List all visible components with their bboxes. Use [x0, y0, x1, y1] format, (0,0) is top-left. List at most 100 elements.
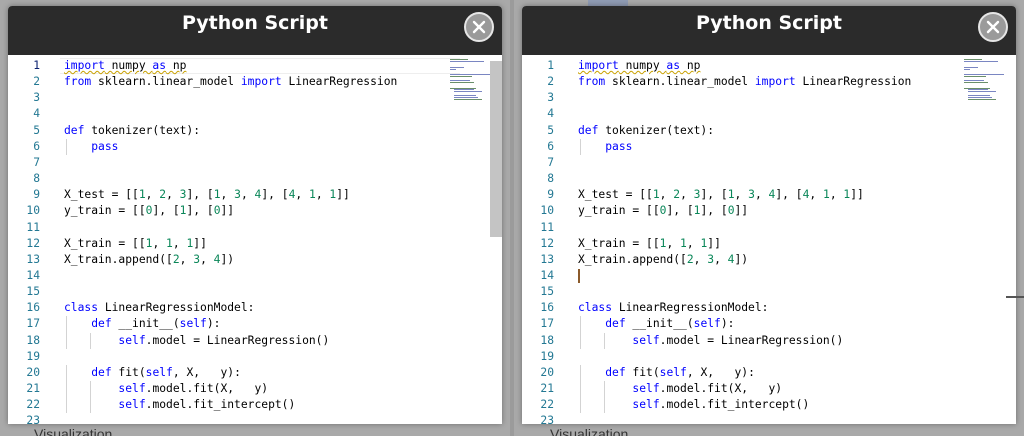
code-line[interactable]: 4: [522, 106, 962, 122]
code-line[interactable]: 15: [522, 284, 962, 300]
line-number: 16: [26, 301, 40, 315]
text-token: ]]: [220, 204, 235, 218]
keyword-token: def: [605, 365, 626, 379]
code-line[interactable]: 2 from sklearn.linear_model import Linear…: [8, 74, 448, 90]
close-button[interactable]: [464, 12, 494, 42]
line-number: 9: [547, 188, 554, 202]
text-token: X_train.append([: [64, 252, 173, 266]
keyword-token: import: [578, 59, 619, 72]
text-token: ,: [809, 188, 823, 202]
code-line[interactable]: 10 y_train = [[0], [1], [0]]: [522, 203, 962, 219]
background-visualization-label-right: Visualization: [550, 426, 629, 436]
code-line[interactable]: 5 def tokenizer(text):: [8, 123, 448, 139]
code-line[interactable]: 20 def fit(self, X, y):: [522, 365, 962, 381]
keyword-token: pass: [91, 139, 119, 153]
code-text: from sklearn.linear_model import LinearR…: [578, 74, 911, 90]
keyword-token: self: [632, 398, 660, 412]
minimap-line: [454, 97, 478, 98]
code-line[interactable]: 1 import numpy as np: [8, 58, 448, 74]
line-number: 13: [540, 252, 554, 266]
text-token: .model.fit(X, y): [659, 382, 783, 395]
code-line[interactable]: 19: [8, 349, 448, 365]
code-line[interactable]: 14: [8, 268, 448, 284]
code-line[interactable]: 5 def tokenizer(text):: [522, 123, 962, 139]
code-line[interactable]: 23: [8, 413, 448, 424]
code-line[interactable]: 2 from sklearn.linear_model import Linear…: [522, 74, 962, 90]
code-line[interactable]: 22 self.model.fit_intercept(): [8, 397, 448, 413]
line-number: 7: [547, 155, 554, 169]
number-token: 1: [213, 188, 221, 202]
code-line[interactable]: 7: [522, 155, 962, 171]
code-line[interactable]: 7: [8, 155, 448, 171]
number-token: 1: [309, 188, 316, 202]
code-line[interactable]: 23: [522, 413, 962, 424]
code-line[interactable]: 13 X_train.append([2, 3, 4]): [522, 252, 962, 268]
code-line[interactable]: 18 self.model = LinearRegression(): [522, 333, 962, 349]
vertical-scrollbar[interactable]: [490, 61, 502, 237]
text-token: ,: [315, 188, 330, 202]
number-token: 1: [166, 236, 173, 250]
code-line[interactable]: 1 import numpy as np: [522, 58, 962, 74]
code-line[interactable]: 3: [522, 90, 962, 106]
code-line[interactable]: 9 X_test = [[1, 2, 3], [1, 3, 4], [4, 1, …: [8, 187, 448, 203]
code-line[interactable]: 21 self.model.fit(X, y): [8, 381, 448, 397]
text-token: ,: [179, 252, 194, 266]
keyword-token: from: [64, 75, 92, 89]
minimap-line: [964, 59, 982, 60]
code-line[interactable]: 21 self.model.fit(X, y): [522, 381, 962, 397]
code-line[interactable]: 11: [8, 220, 448, 236]
code-line[interactable]: 16 class LinearRegressionModel:: [8, 300, 448, 316]
code-line[interactable]: 10 y_train = [[0], [1], [0]]: [8, 203, 448, 219]
line-number: 17: [540, 317, 554, 331]
background-visualization-label-left: Visualization: [34, 426, 113, 436]
line-number: 2: [547, 75, 554, 89]
text-token: y_train = [[: [578, 204, 660, 218]
code-line[interactable]: 13 X_train.append([2, 3, 4]): [8, 252, 448, 268]
minimap[interactable]: [450, 59, 494, 101]
code-line[interactable]: 6 pass: [522, 139, 962, 155]
text-token: .model = LinearRegression(): [145, 333, 330, 347]
code-line[interactable]: 4: [8, 106, 448, 122]
code-line[interactable]: 17 def __init__(self):: [8, 316, 448, 332]
code-line[interactable]: 6 pass: [8, 139, 448, 155]
code-line[interactable]: 22 self.model.fit_intercept(): [522, 397, 962, 413]
code-line[interactable]: 12 X_train = [[1, 1, 1]]: [522, 236, 962, 252]
minimap-line: [454, 89, 474, 91]
code-line[interactable]: 8: [8, 171, 448, 187]
code-line[interactable]: 18 self.model = LinearRegression(): [8, 333, 448, 349]
line-number: 5: [33, 123, 40, 137]
line-number: 21: [26, 382, 40, 395]
code-line[interactable]: 12 X_train = [[1, 1, 1]]: [8, 236, 448, 252]
code-editor[interactable]: 1 import numpy as np 2 from sklearn.linear_…: [8, 55, 502, 424]
minimap[interactable]: [964, 59, 1008, 101]
line-number: 4: [547, 107, 554, 121]
text-token: __init__(: [111, 317, 180, 331]
number-token: 1: [138, 188, 146, 202]
close-button[interactable]: [978, 12, 1008, 42]
code-line[interactable]: 15: [8, 284, 448, 300]
code-line[interactable]: 8: [522, 171, 962, 187]
code-line[interactable]: 16 class LinearRegressionModel:: [522, 300, 962, 316]
code-line[interactable]: 19: [522, 349, 962, 365]
indent-guide: [90, 381, 91, 414]
code-editor[interactable]: 1 import numpy as np 2 from sklearn.linear_…: [522, 55, 1016, 424]
text-token: .model.fit(X, y): [145, 382, 269, 395]
line-number: 6: [547, 139, 554, 153]
code-line[interactable]: 17 def __init__(self):: [522, 316, 962, 332]
code-line[interactable]: 20 def fit(self, X, y):: [8, 365, 448, 381]
code-line[interactable]: 9 X_test = [[1, 2, 3], [1, 3, 4], [4, 1, …: [522, 187, 962, 203]
code-line[interactable]: 14: [522, 268, 962, 284]
line-number: 8: [547, 172, 554, 186]
code-line[interactable]: 3: [8, 90, 448, 106]
line-number: 12: [540, 236, 554, 250]
text-token: ):: [206, 317, 221, 331]
text-token: ,: [152, 236, 167, 250]
line-number: 17: [26, 317, 40, 331]
code-text: self.model.fit(X, y): [578, 381, 782, 397]
number-token: 2: [172, 252, 180, 266]
minimap-line: [454, 95, 476, 97]
code-line[interactable]: 11: [522, 220, 962, 236]
